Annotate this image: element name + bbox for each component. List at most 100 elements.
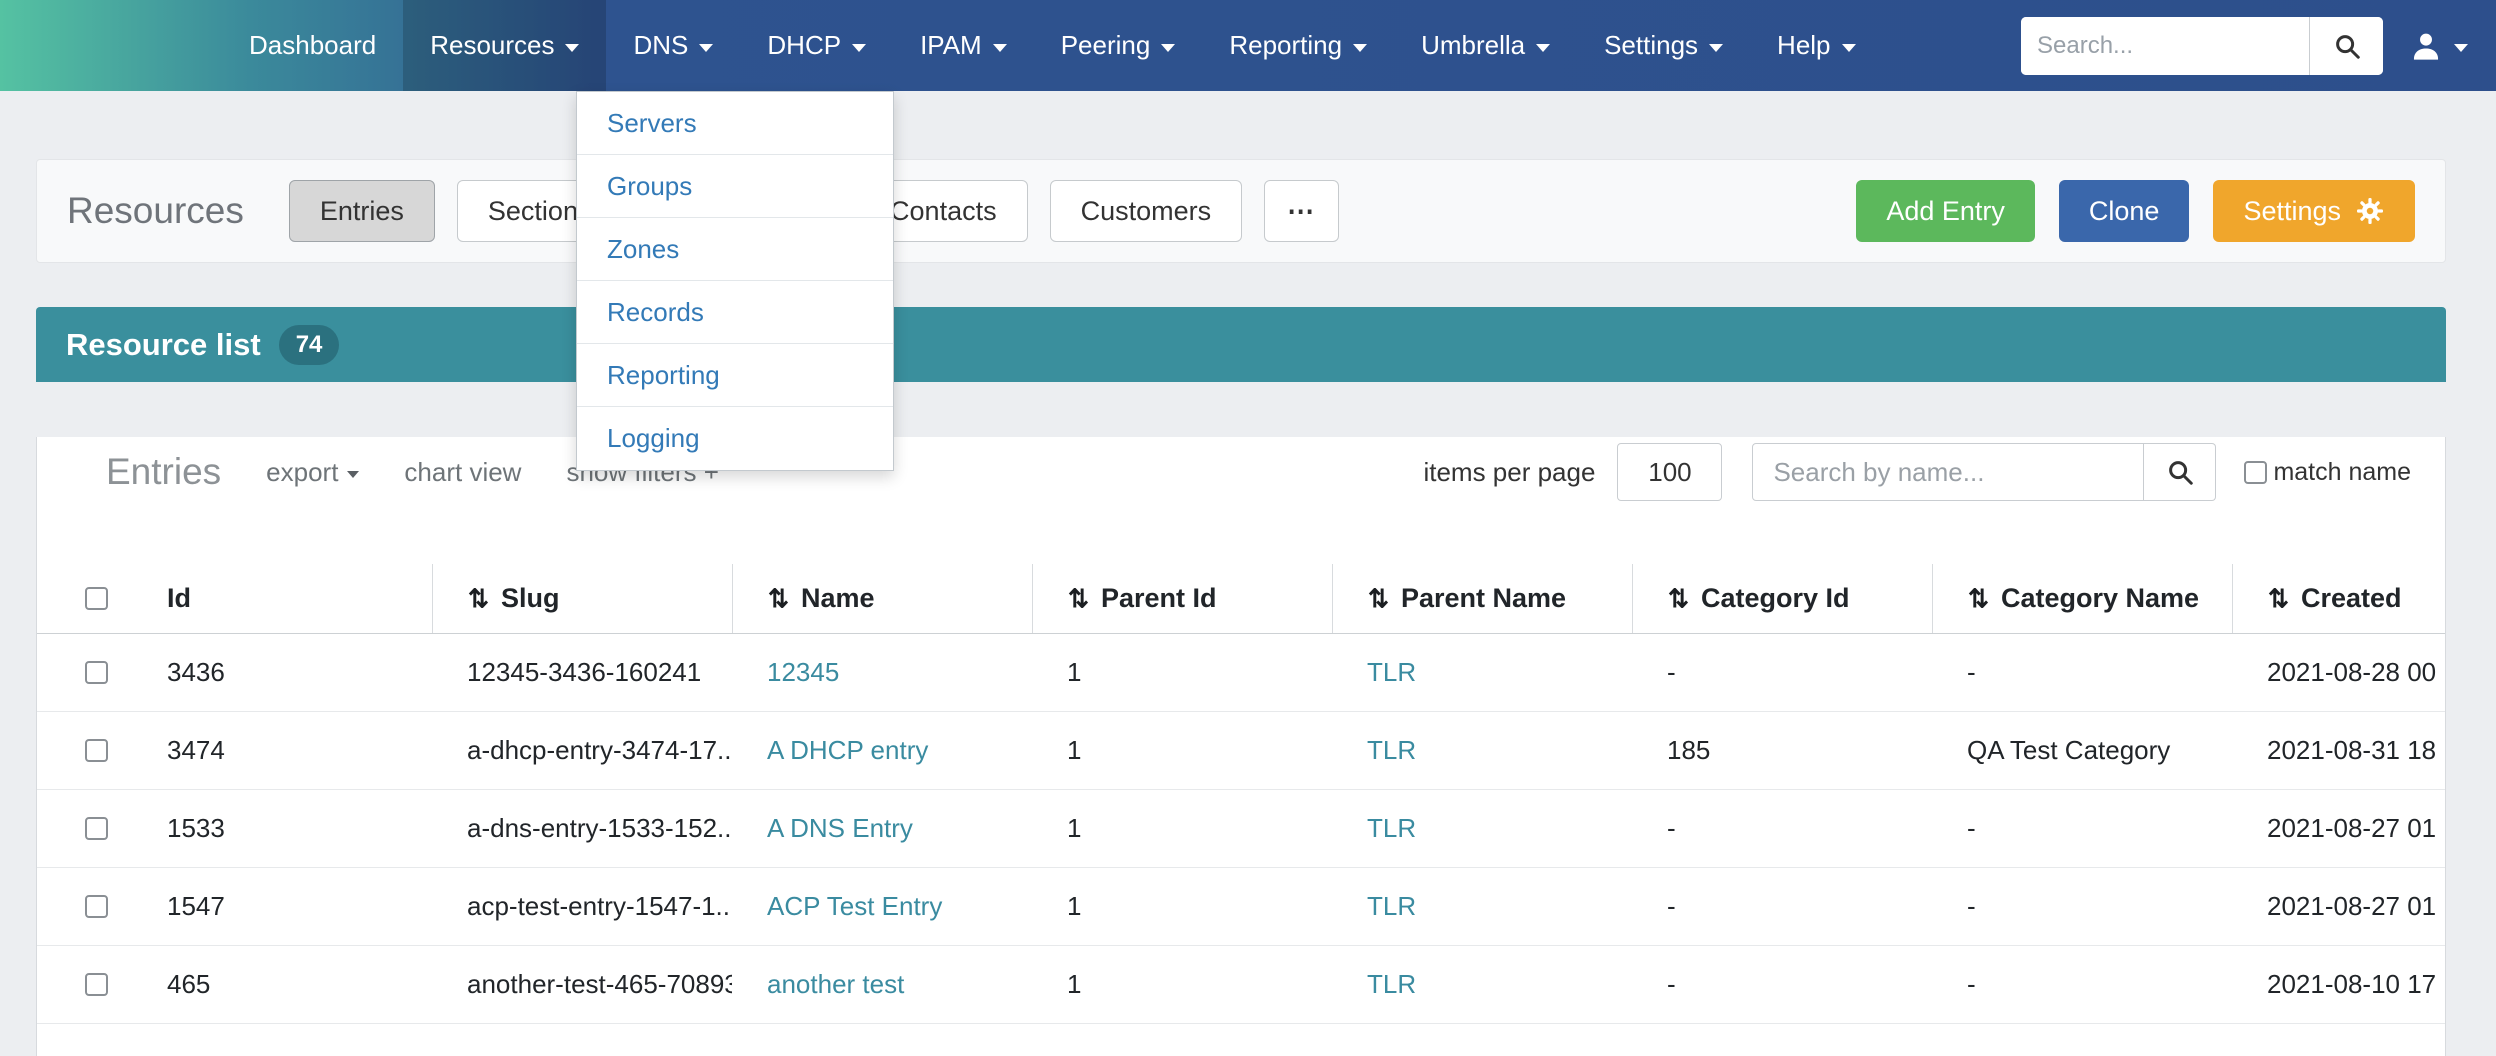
- items-per-page-input[interactable]: [1617, 443, 1722, 501]
- row-checkbox[interactable]: [85, 739, 108, 762]
- parent_name-link[interactable]: TLR: [1367, 657, 1416, 687]
- column-header-name[interactable]: ⇅Name: [732, 564, 1032, 633]
- dns-menu-item-reporting[interactable]: Reporting: [577, 344, 893, 407]
- cell-category_id: -: [1632, 813, 1932, 844]
- match-name-toggle[interactable]: match name: [2244, 458, 2411, 487]
- dns-menu-item-logging[interactable]: Logging: [577, 407, 893, 470]
- nav-item-label: DHCP: [767, 30, 841, 61]
- sort-icon: ⇅: [1368, 584, 1389, 614]
- dns-menu-item-groups[interactable]: Groups: [577, 155, 893, 218]
- name-search-input[interactable]: [1752, 443, 2144, 501]
- table-row: 1533a-dns-entry-1533-152...A DNS Entry1T…: [37, 790, 2445, 868]
- column-label: Category Id: [1701, 583, 1850, 614]
- add-entry-button[interactable]: Add Entry: [1856, 180, 2035, 242]
- search-icon: [2165, 457, 2195, 487]
- cell-id: 3474: [132, 735, 432, 766]
- cell-slug: 12345-3436-160241: [432, 657, 732, 688]
- top-nav: DashboardResourcesDNS DHCP IPAM Peering Repo…: [0, 0, 2496, 91]
- cell-created: 2021-08-28 00: [2232, 657, 2445, 688]
- column-label: Created: [2301, 583, 2402, 614]
- clone-button[interactable]: Clone: [2059, 180, 2190, 242]
- cell-slug: a-dhcp-entry-3474-17...: [432, 735, 732, 766]
- chevron-down-icon: [852, 44, 866, 52]
- column-header-created[interactable]: ⇅Created: [2232, 564, 2445, 633]
- cell-name: A DHCP entry: [732, 735, 1032, 766]
- row-checkbox[interactable]: [85, 973, 108, 996]
- column-header-category_id[interactable]: ⇅Category Id: [1632, 564, 1932, 633]
- nav-item-label: Umbrella: [1421, 30, 1525, 61]
- name-link[interactable]: another test: [767, 969, 904, 999]
- cell-category_name: -: [1932, 891, 2232, 922]
- cell-slug: acp-test-entry-1547-1...: [432, 891, 732, 922]
- global-search-input[interactable]: [2021, 17, 2309, 75]
- nav-item-label: Peering: [1061, 30, 1151, 61]
- cell-parent_name: TLR: [1332, 657, 1632, 688]
- column-header-id[interactable]: Id: [132, 564, 432, 633]
- tab-more[interactable]: ⋯: [1264, 180, 1339, 242]
- column-header-parent_id[interactable]: ⇅Parent Id: [1032, 564, 1332, 633]
- dns-menu-item-servers[interactable]: Servers: [577, 92, 893, 155]
- chevron-down-icon: [2454, 44, 2468, 52]
- chevron-down-icon: [347, 471, 359, 478]
- name-link[interactable]: ACP Test Entry: [767, 891, 942, 921]
- parent_name-link[interactable]: TLR: [1367, 891, 1416, 921]
- nav-item-umbrella[interactable]: Umbrella: [1394, 0, 1577, 91]
- chevron-down-icon: [1709, 44, 1723, 52]
- nav-item-label: IPAM: [920, 30, 982, 61]
- name-link[interactable]: 12345: [767, 657, 839, 687]
- entries-title: Entries: [106, 451, 221, 493]
- export-dropdown[interactable]: export: [266, 457, 359, 488]
- chart-view-link[interactable]: chart view: [404, 457, 521, 488]
- cell-created: 2021-08-27 01: [2232, 813, 2445, 844]
- column-label: Parent Name: [1401, 583, 1566, 614]
- nav-item-peering[interactable]: Peering: [1034, 0, 1203, 91]
- name-link[interactable]: A DHCP entry: [767, 735, 928, 765]
- column-label: Parent Id: [1101, 583, 1217, 614]
- chevron-down-icon: [699, 44, 713, 52]
- name-link[interactable]: A DNS Entry: [767, 813, 913, 843]
- column-header-slug[interactable]: ⇅Slug: [432, 564, 732, 633]
- column-header-parent_name[interactable]: ⇅ Parent Name: [1332, 564, 1632, 633]
- items-per-page-label: items per page: [1423, 457, 1595, 488]
- dns-dropdown-menu: ServersGroupsZonesRecordsReportingLoggin…: [576, 91, 894, 471]
- main-nav: DashboardResourcesDNS DHCP IPAM Peering Repo…: [222, 0, 1883, 91]
- nav-item-help[interactable]: Help: [1750, 0, 1882, 91]
- nav-item-resources[interactable]: Resources: [403, 0, 606, 91]
- nav-item-dhcp[interactable]: DHCP: [740, 0, 893, 91]
- parent_name-link[interactable]: TLR: [1367, 813, 1416, 843]
- row-checkbox[interactable]: [85, 817, 108, 840]
- table-row: 343612345-3436-160241123451TLR--2021-08-…: [37, 634, 2445, 712]
- nav-item-reporting[interactable]: Reporting: [1202, 0, 1394, 91]
- name-search-button[interactable]: [2144, 443, 2216, 501]
- column-header-category_name[interactable]: ⇅Category Name: [1932, 564, 2232, 633]
- cell-id: 1533: [132, 813, 432, 844]
- row-checkbox[interactable]: [85, 895, 108, 918]
- tab-customers[interactable]: Customers: [1050, 180, 1243, 242]
- nav-item-ipam[interactable]: IPAM: [893, 0, 1034, 91]
- select-all-checkbox[interactable]: [85, 587, 108, 610]
- cell-category_name: -: [1932, 969, 2232, 1000]
- settings-button[interactable]: Settings: [2213, 180, 2415, 242]
- global-search-button[interactable]: [2309, 17, 2383, 75]
- nav-item-settings[interactable]: Settings: [1577, 0, 1750, 91]
- cell-category_id: -: [1632, 657, 1932, 688]
- row-checkbox[interactable]: [85, 661, 108, 684]
- dns-menu-item-zones[interactable]: Zones: [577, 218, 893, 281]
- tab-entries[interactable]: Entries: [289, 180, 435, 242]
- nav-item-dashboard[interactable]: Dashboard: [222, 0, 403, 91]
- match-name-checkbox[interactable]: [2244, 461, 2267, 484]
- parent_name-link[interactable]: TLR: [1367, 735, 1416, 765]
- page-title: Resources: [67, 190, 244, 232]
- column-label: Id: [167, 583, 191, 614]
- dns-menu-item-records[interactable]: Records: [577, 281, 893, 344]
- cell-parent_name: TLR: [1332, 813, 1632, 844]
- user-menu[interactable]: [2409, 29, 2468, 63]
- resource-list-header: Resource list 74: [36, 307, 2446, 382]
- settings-label: Settings: [2243, 196, 2341, 227]
- cell-name: 12345: [732, 657, 1032, 688]
- chevron-down-icon: [1536, 44, 1550, 52]
- select-all-cell: [37, 564, 132, 633]
- parent_name-link[interactable]: TLR: [1367, 969, 1416, 999]
- row-select-cell: [37, 817, 132, 840]
- nav-item-dns[interactable]: DNS: [606, 0, 740, 91]
